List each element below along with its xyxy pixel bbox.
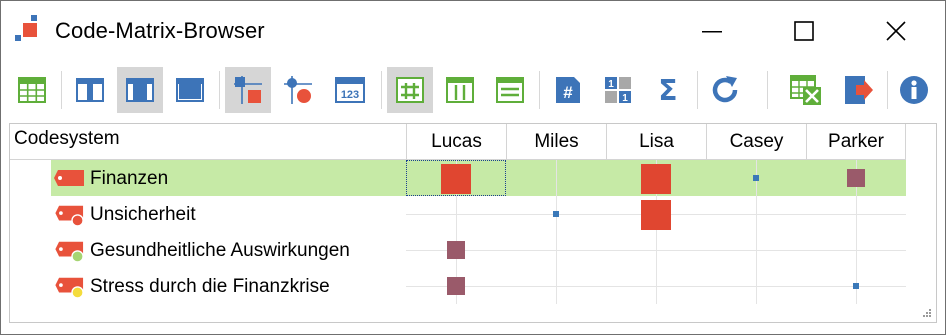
column-header-casey[interactable]: Casey (706, 124, 806, 160)
symbol-circles-icon (284, 76, 312, 104)
codesystem-header[interactable]: Codesystem (14, 128, 120, 150)
column-layout-1-button[interactable] (67, 67, 113, 113)
minimize-icon (702, 31, 722, 33)
toolbar: 123 # 1 1 Σ (1, 65, 945, 115)
close-icon (886, 21, 906, 41)
column-header-miles[interactable]: Miles (506, 124, 606, 160)
table-view-icon (18, 77, 46, 103)
minimize-button[interactable] (677, 1, 747, 61)
code-row-stress-durch-die-finanzkrise[interactable]: Stress durch die Finanzkrise (10, 268, 936, 304)
export-icon (845, 76, 873, 104)
code-matrix-browser-window: Code-Matrix-Browser 123 # 1 1 Σ Codesyst… (0, 0, 946, 335)
svg-text:123: 123 (341, 89, 359, 101)
code-matrix-grid: Codesystem Lucas Miles Lisa Casey Parker… (9, 123, 937, 323)
matrix-cell-gesundheitliche-auswirkungen-lucas[interactable] (447, 241, 465, 259)
binary-button[interactable]: 1 1 (595, 67, 641, 113)
svg-text:1: 1 (608, 79, 614, 90)
refresh-button[interactable] (703, 67, 749, 113)
close-button[interactable] (861, 1, 931, 61)
hash-icon: # (556, 77, 580, 103)
matrix-cell-stress-durch-die-finanzkrise-lucas[interactable] (447, 277, 465, 295)
info-button[interactable] (891, 67, 937, 113)
sigma-icon: Σ (658, 75, 677, 105)
app-logo-icon (15, 15, 37, 41)
code-row-unsicherheit[interactable]: Unsicherheit (10, 196, 936, 232)
matrix-cell-finanzen-lisa[interactable] (641, 164, 671, 194)
hash-button[interactable]: # (545, 67, 591, 113)
horizontal-lines-button[interactable] (487, 67, 533, 113)
column-layout-2-icon (126, 78, 154, 102)
code-row-gesundheitliche-auswirkungen[interactable]: Gesundheitliche Auswirkungen (10, 232, 936, 268)
sigma-button[interactable]: Σ (645, 67, 691, 113)
code-tag-with-dot-icon (55, 205, 84, 226)
matrix-cell-stress-durch-die-finanzkrise-parker[interactable] (853, 283, 859, 289)
column-layout-3-button[interactable] (167, 67, 213, 113)
maximize-button[interactable] (769, 1, 839, 61)
svg-text:Σ: Σ (658, 75, 677, 105)
binary-icon: 1 1 (605, 77, 631, 104)
title-bar: Code-Matrix-Browser (1, 1, 945, 61)
info-icon (900, 76, 928, 104)
svg-text:1: 1 (622, 93, 628, 104)
window-title: Code-Matrix-Browser (55, 18, 265, 43)
column-header-parker[interactable]: Parker (806, 124, 906, 160)
code-label-gesundheitliche-auswirkungen: Gesundheitliche Auswirkungen (90, 240, 350, 261)
symbol-squares-button[interactable] (225, 67, 271, 113)
matrix-cell-unsicherheit-miles[interactable] (553, 211, 559, 217)
grid-lines-button[interactable] (387, 67, 433, 113)
numbers-icon: 123 (335, 77, 365, 103)
export-button[interactable] (835, 67, 881, 113)
column-layout-3-icon (176, 78, 204, 102)
horizontal-lines-icon (496, 77, 524, 103)
excel-export-button[interactable] (783, 67, 829, 113)
matrix-cell-finanzen-lucas[interactable] (441, 164, 471, 194)
symbol-circles-button[interactable] (275, 67, 321, 113)
matrix-cell-unsicherheit-lisa[interactable] (641, 200, 671, 230)
refresh-icon (712, 76, 738, 103)
maximize-icon (794, 21, 814, 41)
code-label-unsicherheit: Unsicherheit (90, 204, 196, 225)
matrix-cell-finanzen-parker[interactable] (847, 169, 865, 187)
vertical-lines-icon (446, 77, 474, 103)
grid-lines-icon (396, 77, 424, 103)
table-view-button[interactable] (9, 67, 55, 113)
column-layout-2-button[interactable] (117, 67, 163, 113)
vertical-lines-button[interactable] (437, 67, 483, 113)
numbers-button[interactable]: 123 (327, 67, 373, 113)
code-tag-with-yellow-dot-icon (55, 277, 84, 298)
resize-grip-icon[interactable] (922, 308, 932, 318)
excel-export-icon (790, 75, 821, 105)
code-label-finanzen: Finanzen (90, 168, 169, 189)
matrix-cell-finanzen-casey[interactable] (753, 175, 759, 181)
code-tag-with-green-dot-icon (55, 241, 84, 262)
column-layout-1-icon (76, 78, 104, 102)
svg-text:#: # (563, 83, 573, 102)
symbol-squares-icon (234, 76, 262, 104)
column-header-lisa[interactable]: Lisa (606, 124, 706, 160)
code-tag-icon (54, 170, 84, 186)
column-header-lucas[interactable]: Lucas (406, 124, 506, 160)
code-label-stress-durch-die-finanzkrise: Stress durch die Finanzkrise (90, 276, 330, 297)
